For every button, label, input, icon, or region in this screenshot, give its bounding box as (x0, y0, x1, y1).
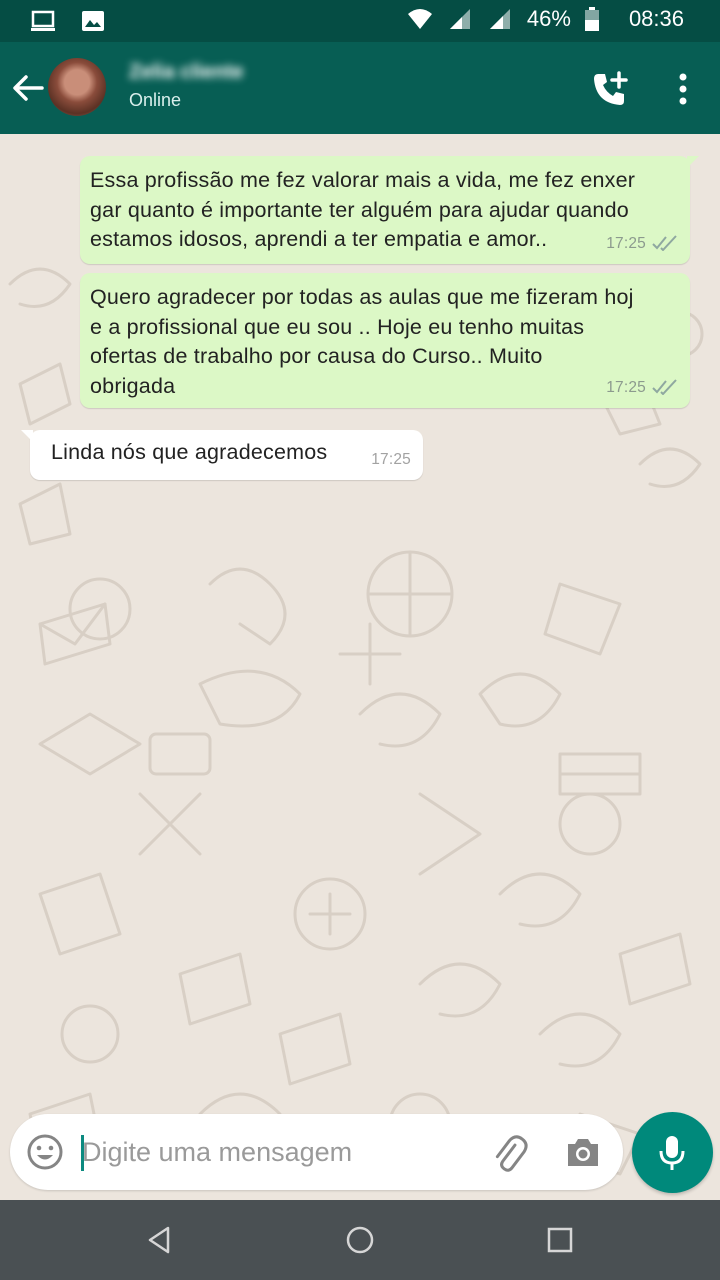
attach-icon[interactable] (490, 1134, 528, 1172)
message-bubble-outgoing[interactable]: Quero agradecer por todas as aulas que m… (80, 273, 690, 408)
screen-cast-icon (31, 10, 55, 31)
recents-square-icon[interactable] (544, 1224, 576, 1256)
voice-record-button[interactable] (632, 1112, 713, 1193)
chat-header: Zelia cliente Online (0, 42, 720, 134)
message-bubble-outgoing[interactable]: Essa profissão me fez valorar mais a vid… (80, 156, 699, 264)
message-meta: 17:25 (606, 229, 678, 259)
message-time: 17:25 (606, 234, 646, 252)
message-bubble-incoming[interactable]: Linda nós que agradecemos 17:25 (21, 430, 423, 480)
message-input[interactable] (80, 1128, 480, 1176)
camera-icon[interactable] (564, 1134, 602, 1170)
battery-level: 46% (526, 6, 571, 31)
add-call-icon[interactable] (590, 70, 630, 110)
message-text: Essa profissão me fez valorar mais a vid… (90, 168, 636, 251)
status-bar: 46% 08:36 (0, 0, 720, 42)
signal-icon (489, 9, 510, 29)
more-vert-icon[interactable] (668, 72, 698, 106)
message-text: Linda nós que agradecemos (51, 440, 328, 464)
image-icon (82, 11, 104, 31)
message-meta: 17:25 (606, 373, 678, 403)
wifi-icon (407, 9, 432, 29)
back-triangle-icon[interactable] (144, 1224, 176, 1256)
message-time: 17:25 (371, 450, 411, 468)
chat-area[interactable]: Essa profissão me fez valorar mais a vid… (0, 134, 720, 1200)
message-time: 17:25 (606, 378, 646, 396)
message-meta: 17:25 (371, 445, 411, 475)
system-navigation-bar (0, 1200, 720, 1280)
message-composer (10, 1114, 623, 1190)
message-text: Quero agradecer por todas as aulas que m… (90, 285, 634, 398)
avatar[interactable] (48, 58, 106, 116)
mic-icon (659, 1136, 685, 1170)
clock: 08:36 (628, 6, 684, 31)
back-arrow-icon[interactable] (10, 70, 46, 106)
home-circle-icon[interactable] (344, 1224, 376, 1256)
contact-status: Online (129, 90, 182, 110)
contact-name[interactable]: Zelia cliente (129, 61, 244, 84)
signal-icon (449, 9, 470, 29)
battery-icon (584, 7, 599, 31)
double-check-icon (652, 235, 677, 252)
double-check-icon (652, 379, 677, 396)
emoji-icon[interactable] (26, 1133, 64, 1171)
